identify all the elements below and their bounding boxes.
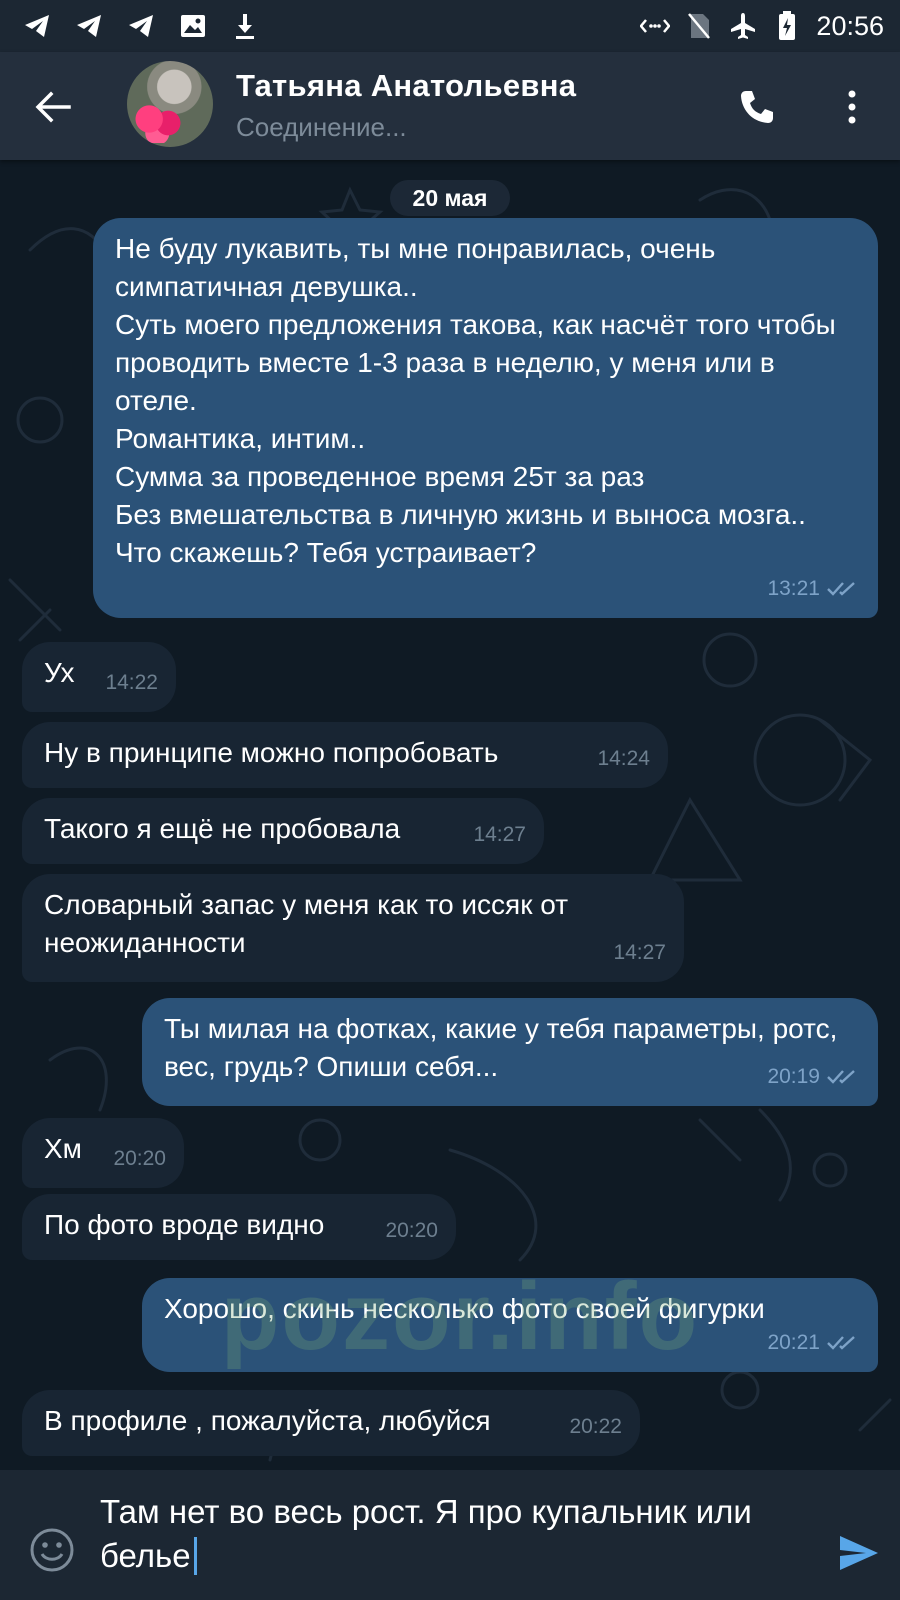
composer: Там нет во весь рост. Я про купальник ил… [0, 1470, 900, 1600]
message-time: 20:21 [767, 1331, 820, 1354]
image-icon [178, 11, 208, 41]
message-incoming[interactable]: Ух 14:22 [22, 642, 176, 712]
send-button[interactable] [836, 1530, 882, 1576]
telegram-icon [126, 11, 156, 41]
message-incoming[interactable]: Такого я ещё не пробовала 14:27 [22, 798, 544, 864]
message-time: 14:24 [597, 747, 650, 770]
message-input-value: Там нет во весь рост. Я про купальник ил… [100, 1493, 761, 1574]
chat-header: Татьяна Анатольевна Соединение... [0, 52, 900, 160]
message-text: Такого я ещё не пробовала [44, 813, 401, 844]
send-icon [840, 1536, 878, 1570]
message-time: 14:27 [613, 941, 666, 964]
message-meta: 14:27 [473, 816, 526, 854]
message-text: Словарный запас у меня как то иссяк от н… [44, 889, 576, 958]
message-incoming[interactable]: В профиле , пожалуйста, любуйся 20:22 [22, 1390, 640, 1456]
contact-name[interactable]: Татьяна Анатольевна [236, 68, 576, 104]
avatar[interactable] [127, 61, 213, 147]
back-button[interactable] [30, 84, 76, 130]
message-text: Ты милая на фотках, какие у тебя парамет… [164, 1013, 846, 1082]
arrow-back-icon [35, 91, 71, 123]
message-time: 13:21 [767, 577, 820, 600]
status-bar: 20:56 [0, 0, 900, 52]
message-time: 20:20 [385, 1219, 438, 1242]
message-text: Ну в принципе можно попробовать [44, 737, 499, 768]
message-meta: 20:20 [113, 1140, 166, 1178]
download-icon [230, 11, 260, 41]
smiley-icon [30, 1528, 74, 1572]
battery-charging-icon [772, 11, 802, 41]
message-meta: 14:24 [597, 740, 650, 778]
telegram-icon [74, 11, 104, 41]
message-input[interactable]: Там нет во весь рост. Я про купальник ил… [100, 1490, 780, 1578]
message-meta: 20:21 [767, 1324, 860, 1362]
notification-icons [22, 11, 260, 41]
call-button[interactable] [734, 84, 780, 130]
double-check-icon [827, 582, 855, 596]
message-meta: 20:19 [767, 1058, 860, 1096]
date-separator: 20 мая [390, 180, 510, 216]
message-meta: 20:20 [385, 1212, 438, 1250]
text-cursor [193, 1537, 197, 1575]
message-time: 14:27 [473, 823, 526, 846]
message-incoming[interactable]: Хм 20:20 [22, 1118, 184, 1188]
message-outgoing[interactable]: Не буду лукавить, ты мне понравилась, оч… [93, 218, 878, 618]
message-incoming[interactable]: Ну в принципе можно попробовать 14:24 [22, 722, 668, 788]
data-saver-icon [640, 11, 671, 41]
message-time: 14:22 [105, 671, 158, 694]
message-meta: 14:27 [613, 934, 666, 972]
message-incoming[interactable]: Словарный запас у меня как то иссяк от н… [22, 874, 684, 982]
more-vert-icon [848, 90, 856, 124]
more-options-button[interactable] [834, 84, 870, 130]
message-meta: 13:21 [767, 570, 860, 608]
airplane-icon [728, 11, 758, 41]
message-time: 20:19 [767, 1065, 820, 1088]
emoji-button[interactable] [28, 1526, 76, 1574]
message-text: Не буду лукавить, ты мне понравилась, оч… [115, 233, 836, 568]
message-meta: 20:22 [569, 1408, 622, 1446]
phone-icon [741, 91, 773, 123]
message-meta: 14:22 [105, 664, 158, 702]
message-incoming[interactable]: По фото вроде видно 20:20 [22, 1194, 456, 1260]
message-text: Хорошо, скинь несколько фото своей фигур… [164, 1293, 765, 1324]
message-time: 20:22 [569, 1415, 622, 1438]
message-text: По фото вроде видно [44, 1209, 325, 1240]
no-sim-icon [684, 11, 714, 41]
status-time: 20:56 [816, 10, 884, 41]
double-check-icon [827, 1070, 855, 1084]
message-time: 20:20 [113, 1147, 166, 1170]
contact-status: Соединение... [236, 112, 407, 142]
message-list[interactable]: 20 мая Не буду лукавить, ты мне понравил… [0, 160, 900, 1470]
double-check-icon [827, 1336, 855, 1350]
telegram-icon [22, 11, 52, 41]
message-outgoing[interactable]: Ты милая на фотках, какие у тебя парамет… [142, 998, 878, 1106]
system-icons: 20:56 [640, 11, 884, 42]
message-text: В профиле , пожалуйста, любуйся [44, 1405, 491, 1436]
message-outgoing[interactable]: Хорошо, скинь несколько фото своей фигур… [142, 1278, 878, 1372]
